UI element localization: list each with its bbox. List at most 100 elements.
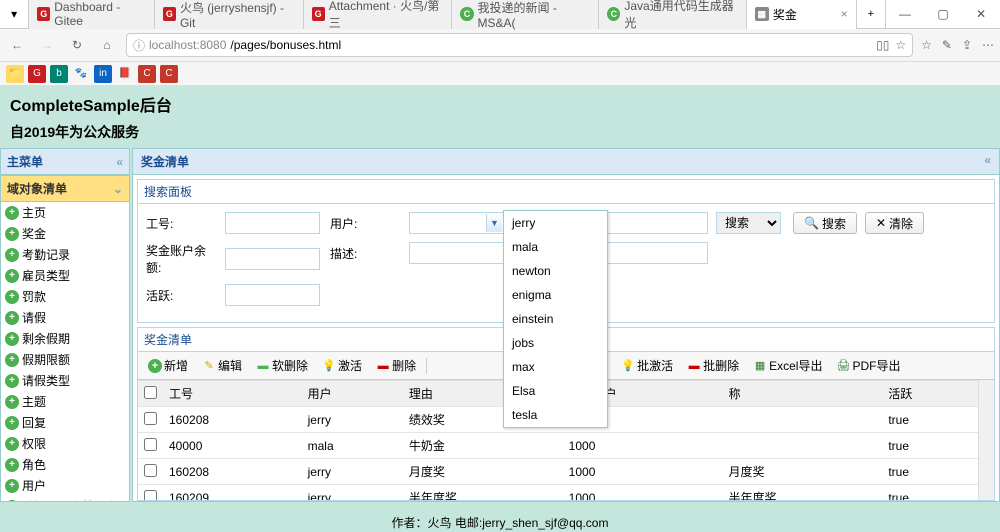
clear-button[interactable]: ✕清除 — [865, 212, 924, 234]
plus-icon: + — [5, 416, 19, 430]
balance-input[interactable] — [225, 248, 320, 270]
row-checkbox[interactable] — [144, 464, 157, 477]
tab-3[interactable]: C我投递的新闻 - MS&A( — [452, 0, 599, 29]
batch-act-button[interactable]: 💡批激活 — [617, 355, 677, 376]
emp-id-label: 工号: — [146, 215, 221, 232]
activate-button[interactable]: 💡激活 — [318, 355, 366, 376]
bm-folder-icon[interactable]: 📁 — [6, 65, 24, 83]
sidebar-item[interactable]: +权限 — [1, 433, 129, 454]
select-all-checkbox[interactable] — [144, 386, 157, 399]
bm-c2-icon[interactable]: C — [160, 65, 178, 83]
column-header[interactable]: 称 — [723, 381, 883, 407]
bonus-name-input[interactable] — [593, 242, 708, 264]
star-icon[interactable]: ☆ — [895, 38, 906, 52]
column-header[interactable]: 工号 — [163, 381, 302, 407]
user-dropdown[interactable]: jerrymalanewtonenigmaeinsteinjobsmaxElsa… — [503, 210, 608, 428]
url-input[interactable]: ⓘ localhost:8080/pages/bonuses.html ▯▯☆ — [126, 33, 913, 57]
tab-2[interactable]: GAttachment · 火鸟/第三 — [304, 0, 453, 29]
table-row[interactable]: 160208jerry月度奖1000月度奖true — [138, 459, 978, 485]
forward-icon[interactable]: → — [36, 34, 58, 56]
new-tab[interactable]: + — [857, 0, 886, 29]
bm-paw-icon[interactable]: 🐾 — [72, 65, 90, 83]
sidebar-item-label: 请假 — [22, 309, 46, 326]
main-menu-header[interactable]: 主菜单« — [0, 148, 130, 175]
pdf-button[interactable]: 🖨PDF导出 — [832, 355, 904, 376]
collapse-icon[interactable]: « — [984, 153, 991, 170]
dropdown-option[interactable]: max — [504, 355, 607, 379]
maximize-icon[interactable]: ▢ — [924, 0, 962, 29]
sidebar-item[interactable]: +考勤记录 — [1, 244, 129, 265]
delete-button[interactable]: ▬删除 — [372, 355, 420, 376]
sidebar-item-label: 假期限额 — [22, 351, 70, 368]
column-header[interactable]: 活跃 — [882, 381, 978, 407]
add-button[interactable]: +新增 — [144, 355, 192, 376]
plus-icon: + — [5, 311, 19, 325]
edit-icon[interactable]: ✎ — [942, 38, 952, 52]
sidebar-item[interactable]: +剩余假期 — [1, 328, 129, 349]
dropdown-option[interactable]: mala — [504, 235, 607, 259]
sidebar-item[interactable]: +角色 — [1, 454, 129, 475]
plus-icon: + — [5, 332, 19, 346]
sidebar-item[interactable]: +奖金 — [1, 223, 129, 244]
tab-0[interactable]: GDashboard - Gitee — [29, 0, 155, 29]
reader-icon[interactable]: ▯▯ — [876, 38, 889, 52]
tab-4[interactable]: CJava通用代码生成器光 — [599, 0, 747, 29]
bm-bing-icon[interactable]: b — [50, 65, 68, 83]
search-mode-select[interactable]: 搜索 — [716, 212, 781, 234]
batch-del-button[interactable]: ▬批删除 — [683, 355, 743, 376]
active-input[interactable] — [225, 284, 320, 306]
dropdown-option[interactable]: jerry — [504, 211, 607, 235]
window-menu[interactable]: ▾ — [0, 0, 29, 29]
tab-1[interactable]: G火鸟 (jerryshensjf) - Git — [155, 0, 304, 29]
dropdown-option[interactable]: tesla — [504, 403, 607, 427]
scrollbar[interactable] — [978, 380, 994, 501]
search-button[interactable]: 🔍搜索 — [793, 212, 857, 234]
sidebar-item[interactable]: +罚款 — [1, 286, 129, 307]
reason-input[interactable] — [593, 212, 708, 234]
sidebar-item[interactable]: +请假 — [1, 307, 129, 328]
bm-gitee-icon[interactable]: G — [28, 65, 46, 83]
bm-book-icon[interactable]: 📕 — [116, 65, 134, 83]
sidebar-item[interactable]: +请假类型 — [1, 370, 129, 391]
table-row[interactable]: 40000mala牛奶金1000true — [138, 433, 978, 459]
sidebar-item[interactable]: +链接回复点赞用户 — [1, 496, 129, 502]
bookmark-icon[interactable]: ☆ — [921, 38, 932, 52]
chevron-down-icon[interactable]: ▼ — [486, 214, 502, 232]
sidebar-item[interactable]: +回复 — [1, 412, 129, 433]
close-icon[interactable]: ✕ — [962, 0, 1000, 29]
sidebar-item[interactable]: +假期限额 — [1, 349, 129, 370]
back-icon[interactable]: ← — [6, 34, 28, 56]
excel-button[interactable]: ▦Excel导出 — [749, 355, 826, 376]
sidebar-item[interactable]: +雇员类型 — [1, 265, 129, 286]
row-checkbox[interactable] — [144, 412, 157, 425]
dropdown-option[interactable]: einstein — [504, 307, 607, 331]
home-icon[interactable]: ⌂ — [96, 34, 118, 56]
collapse-icon[interactable]: « — [116, 155, 123, 169]
desc-input[interactable] — [409, 242, 504, 264]
row-checkbox[interactable] — [144, 438, 157, 451]
bm-c1-icon[interactable]: C — [138, 65, 156, 83]
dropdown-option[interactable]: enigma — [504, 283, 607, 307]
app-title: CompleteSample后台 — [10, 92, 990, 116]
share-icon[interactable]: ⇪ — [962, 38, 972, 52]
edit-button[interactable]: ✎编辑 — [198, 355, 246, 376]
table-row[interactable]: 160209jerry半年度奖1000半年度奖true — [138, 485, 978, 502]
sidebar-item[interactable]: +主页 — [1, 202, 129, 223]
tab-5[interactable]: ▦奖金× — [747, 0, 857, 29]
refresh-icon[interactable]: ↻ — [66, 34, 88, 56]
row-checkbox[interactable] — [144, 490, 157, 502]
minimize-icon[interactable]: — — [886, 0, 924, 29]
collapse-icon[interactable]: ⌄ — [113, 182, 123, 196]
sidebar-item[interactable]: +主题 — [1, 391, 129, 412]
softdel-button[interactable]: ▬软删除 — [252, 355, 312, 376]
column-header[interactable]: 用户 — [302, 381, 403, 407]
domain-list-header[interactable]: 域对象清单⌄ — [0, 175, 130, 202]
close-tab-icon[interactable]: × — [841, 7, 848, 21]
menu-icon[interactable]: ⋯ — [982, 38, 994, 52]
sidebar-item[interactable]: +用户 — [1, 475, 129, 496]
dropdown-option[interactable]: jobs — [504, 331, 607, 355]
bm-in-icon[interactable]: in — [94, 65, 112, 83]
dropdown-option[interactable]: Elsa — [504, 379, 607, 403]
dropdown-option[interactable]: newton — [504, 259, 607, 283]
emp-id-input[interactable] — [225, 212, 320, 234]
